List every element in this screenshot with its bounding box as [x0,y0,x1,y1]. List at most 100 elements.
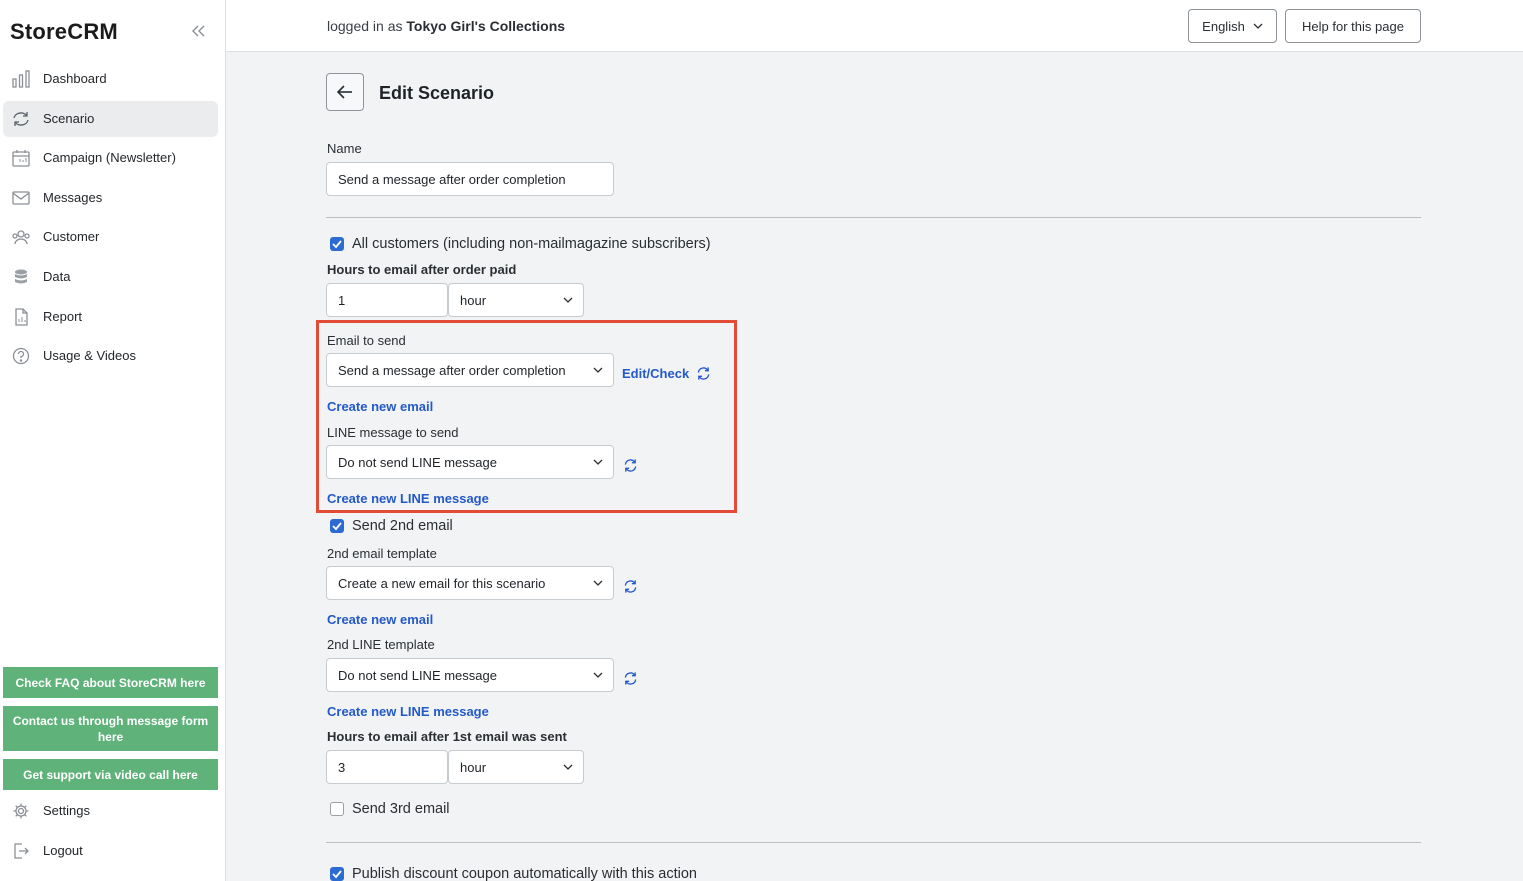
sidebar-item-messages[interactable]: Messages [3,180,218,216]
top-bar: logged in as Tokyo Girl's Collections En… [226,0,1523,52]
chevron-down-icon [593,367,603,373]
create-new-line-link[interactable]: Create new LINE message [327,491,489,506]
hours-value: 1 [338,292,346,308]
hours-label: Hours to email after order paid [327,262,517,277]
all-customers-label: All customers (including non-mailmagazin… [352,236,711,252]
sidebar-item-data[interactable]: Data [3,259,218,295]
hours-unit-select[interactable]: hour [448,283,584,317]
line-message-select[interactable]: Do not send LINE message [326,445,614,479]
all-customers-checkbox[interactable] [330,237,344,251]
chevron-down-icon [563,764,573,770]
coupon-label: Publish discount coupon automatically wi… [352,866,697,881]
second-line-label: 2nd LINE template [327,637,435,652]
sidebar-item-customer[interactable]: Customer [3,219,218,255]
send-2nd-email-checkbox[interactable] [330,519,344,533]
divider [326,842,1421,843]
language-select[interactable]: English [1188,9,1277,43]
contact-form-button[interactable]: Contact us through message form here [3,706,218,751]
sidebar-item-logout[interactable]: Logout [3,833,218,869]
name-label: Name [327,141,362,156]
edit-check-link[interactable]: Edit/Check [622,366,689,381]
refresh-icon[interactable] [623,671,638,686]
second-template-select[interactable]: Create a new email for this scenario [326,566,614,600]
line-message-value: Do not send LINE message [338,454,497,470]
collapse-sidebar-icon[interactable] [190,22,206,40]
line-message-label: LINE message to send [327,425,459,440]
page-title: Edit Scenario [379,83,495,103]
hours-after-first-label: Hours to email after 1st email was sent [327,729,567,744]
refresh-icon[interactable] [696,366,711,381]
sidebar-item-campaign[interactable]: Campaign (Newsletter) [3,140,218,176]
video-call-support-button[interactable]: Get support via video call here [3,759,218,790]
chevron-down-icon [1253,23,1263,29]
hours-unit-value: hour [460,292,487,308]
divider [326,217,1421,218]
send-3rd-email-label: Send 3rd email [352,801,450,817]
envelope-icon [12,191,30,205]
hours-input[interactable]: 1 [326,283,448,317]
email-to-send-value: Send a message after order completion [338,362,566,378]
sidebar-item-settings[interactable]: Settings [3,793,218,829]
second-template-label: 2nd email template [327,546,437,561]
coupon-checkbox[interactable] [330,867,344,881]
sidebar-item-label: Report [43,309,83,324]
refresh-icon[interactable] [623,579,638,594]
second-line-select[interactable]: Do not send LINE message [326,658,614,692]
sidebar-item-label: Scenario [43,111,95,126]
hours-after-first-unit-select[interactable]: hour [448,750,584,784]
refresh-icon[interactable] [623,458,638,473]
language-label: English [1202,18,1245,34]
hours-after-first-value: 3 [338,759,346,775]
chevron-down-icon [593,580,603,586]
name-value: Send a message after order completion [338,171,566,187]
calendar-icon [12,150,30,167]
send-2nd-email-label: Send 2nd email [352,518,453,534]
logout-icon [14,843,29,859]
bar-chart-icon [12,70,30,88]
hours-after-first-input[interactable]: 3 [326,750,448,784]
sidebar-item-report[interactable]: Report [3,299,218,335]
create-new-email-link[interactable]: Create new email [327,399,433,414]
chevron-down-icon [593,459,603,465]
create-new-line-link-2[interactable]: Create new LINE message [327,704,489,719]
faq-button[interactable]: Check FAQ about StoreCRM here [3,667,218,698]
check-icon [332,522,342,531]
users-icon [12,230,30,245]
second-line-value: Do not send LINE message [338,667,497,683]
email-to-send-label: Email to send [327,333,406,348]
hours-after-first-unit-value: hour [460,759,487,775]
login-status: logged in as Tokyo Girl's Collections [327,18,565,34]
highlight-box [316,320,737,513]
document-icon [15,308,28,326]
second-template-value: Create a new email for this scenario [338,575,546,591]
email-to-send-select[interactable]: Send a message after order completion [326,353,614,387]
chevron-down-icon [593,672,603,678]
store-name: Tokyo Girl's Collections [406,18,566,34]
sidebar-item-label: Campaign (Newsletter) [43,150,176,165]
help-circle-icon [12,347,30,365]
sidebar-item-label: Settings [43,803,90,818]
sidebar-item-dashboard[interactable]: Dashboard [3,61,218,97]
sidebar-item-label: Data [43,269,71,284]
sidebar-item-label: Customer [43,229,100,244]
sidebar-item-label: Messages [43,190,103,205]
chevron-down-icon [563,297,573,303]
sidebar-item-label: Dashboard [43,71,107,86]
arrow-left-icon [336,85,352,99]
refresh-icon [13,112,29,126]
create-new-email-link-2[interactable]: Create new email [327,612,433,627]
sidebar: StoreCRM Dashboard Scenario Campaign (Ne… [0,0,226,881]
sidebar-item-usage-videos[interactable]: Usage & Videos [3,338,218,374]
sidebar-item-label: Logout [43,843,83,858]
help-button[interactable]: Help for this page [1285,9,1421,43]
send-3rd-email-checkbox[interactable] [330,802,344,816]
database-icon [15,269,27,284]
name-input[interactable]: Send a message after order completion [326,162,614,196]
sidebar-item-scenario[interactable]: Scenario [3,101,218,137]
app-logo: StoreCRM [10,19,118,44]
back-button[interactable] [326,73,364,111]
sidebar-item-label: Usage & Videos [43,348,136,363]
check-icon [332,870,342,879]
gear-icon [13,803,29,819]
check-icon [332,240,342,249]
